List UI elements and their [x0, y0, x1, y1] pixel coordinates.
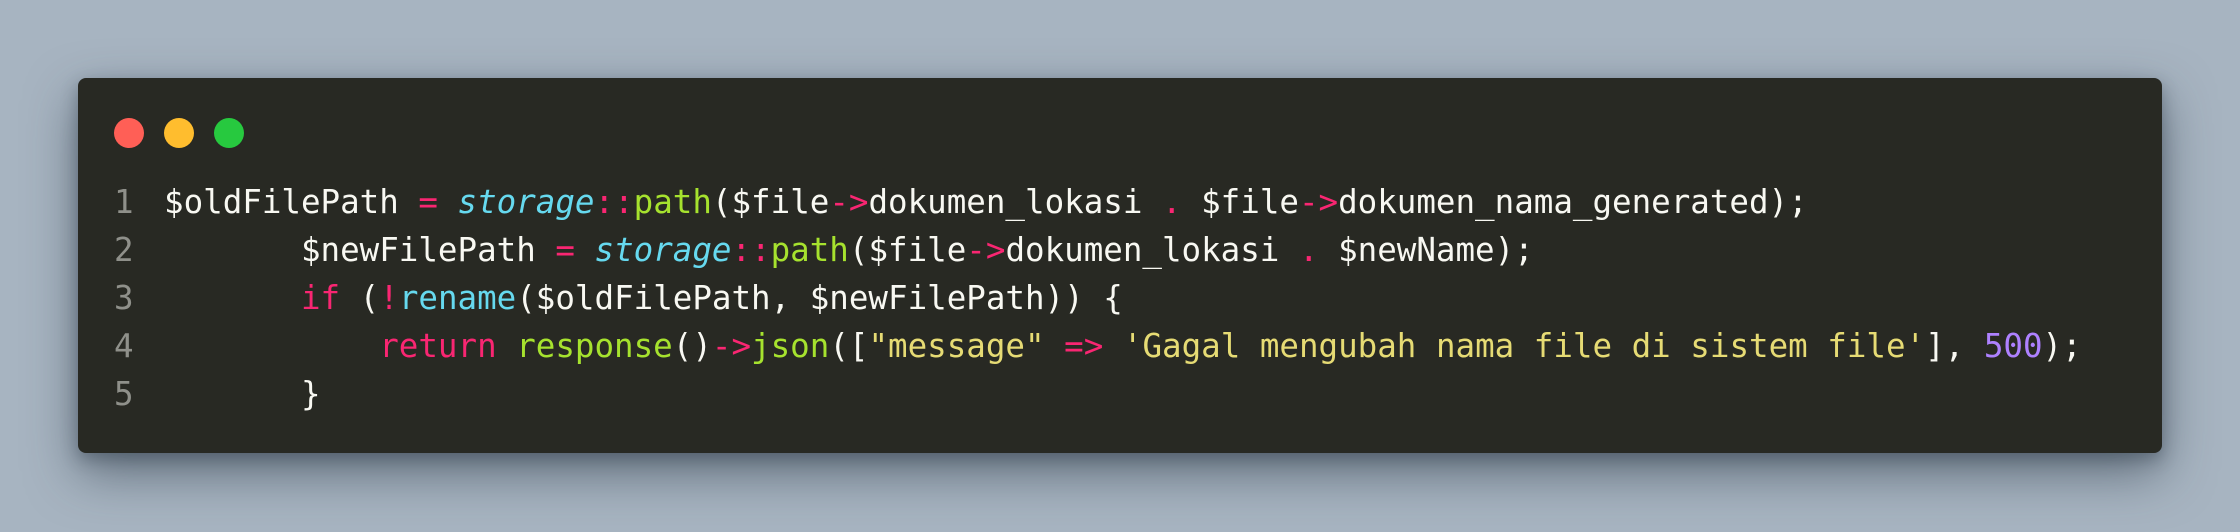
code-token: ($file: [711, 183, 830, 221]
code-line: 5 }: [78, 370, 2162, 418]
maximize-dot-icon[interactable]: [214, 118, 244, 148]
code-token: ($oldFilePath, $newFilePath)) {: [516, 279, 1123, 317]
line-number: 2: [114, 231, 134, 269]
code-token: ->: [1298, 183, 1339, 221]
code-token: ([: [829, 327, 869, 365]
code-token: $newName);: [1318, 231, 1534, 269]
code-token: 'Gagal mengubah nama file di sistem file…: [1122, 327, 1926, 365]
code-token: ($file: [848, 231, 967, 269]
code-token: $newFilePath: [164, 231, 556, 269]
code-token: .: [1298, 231, 1319, 269]
code-token: .: [1161, 183, 1182, 221]
code-token: response: [516, 327, 673, 365]
code-block: 1 $oldFilePath = storage::path($file->dok…: [78, 178, 2162, 418]
code-token: path: [770, 231, 849, 269]
code-token: dokumen_lokasi: [868, 183, 1162, 221]
code-line-text: return response()->json(["message" => 'G…: [164, 322, 2082, 370]
code-line-text: }: [164, 370, 321, 418]
code-token: (): [672, 327, 712, 365]
code-token: =>: [1064, 327, 1104, 365]
code-token: =: [418, 183, 438, 221]
code-line: 1 $oldFilePath = storage::path($file->dok…: [78, 178, 2162, 226]
line-number: 3: [114, 279, 134, 317]
code-line: 2 $newFilePath = storage::path($file->do…: [78, 226, 2162, 274]
code-token: storage: [457, 183, 595, 221]
code-token: json: [751, 327, 830, 365]
code-token: $file: [1181, 183, 1299, 221]
code-token: if: [300, 279, 341, 317]
code-line-text: $newFilePath = storage::path($file->doku…: [164, 226, 1534, 274]
code-token: ::: [594, 183, 634, 221]
code-token: dokumen_nama_generated);: [1338, 183, 1808, 221]
line-number: 1: [114, 183, 134, 221]
code-token: storage: [594, 231, 732, 269]
code-token: $oldFilePath: [164, 183, 419, 221]
code-line-text: if (!rename($oldFilePath, $newFilePath))…: [164, 274, 1123, 322]
code-token: ],: [1925, 327, 1984, 365]
code-token: return: [379, 327, 497, 365]
code-token: path: [633, 183, 712, 221]
code-token: rename: [398, 279, 517, 317]
code-token: (: [340, 279, 380, 317]
code-window: 1 $oldFilePath = storage::path($file->dok…: [78, 78, 2162, 453]
code-token: =: [555, 231, 575, 269]
code-token: 500: [1983, 327, 2043, 365]
code-line: 3 if (!rename($oldFilePath, $newFilePath…: [78, 274, 2162, 322]
code-line: 4 return response()->json(["message" => …: [78, 322, 2162, 370]
code-token: ->: [711, 327, 752, 365]
close-dot-icon[interactable]: [114, 118, 144, 148]
code-token: "message": [868, 327, 1045, 365]
code-token: dokumen_lokasi: [1005, 231, 1299, 269]
code-token: !: [379, 279, 399, 317]
minimize-dot-icon[interactable]: [164, 118, 194, 148]
line-number: 4: [114, 327, 134, 365]
code-token: ->: [829, 183, 869, 221]
code-token: ::: [731, 231, 771, 269]
code-token: }: [164, 375, 321, 413]
code-token: ->: [966, 231, 1006, 269]
code-token: );: [2042, 327, 2082, 365]
code-line-text: $oldFilePath = storage::path($file->doku…: [164, 178, 1808, 226]
line-number: 5: [114, 375, 134, 413]
